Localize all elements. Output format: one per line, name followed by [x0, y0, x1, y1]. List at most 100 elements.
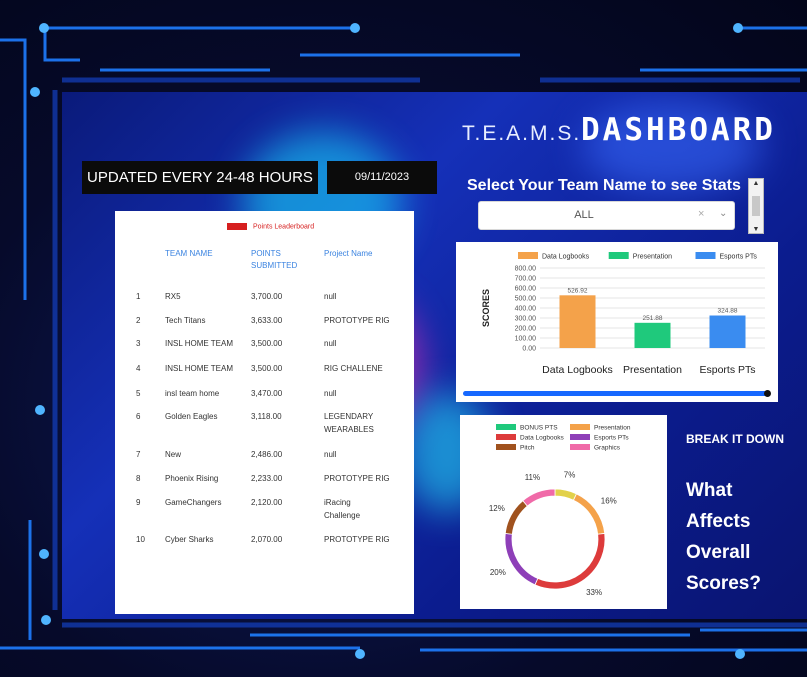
- donut-slice-label-5: 11%: [525, 473, 540, 482]
- scroll-down-arrow-icon[interactable]: ▼: [749, 226, 763, 233]
- project-cell-line2: Challenge: [324, 511, 361, 520]
- what-affects-line1: What: [686, 480, 733, 501]
- chart-scroll-slider[interactable]: [463, 390, 771, 397]
- x-tick-label-1: Presentation: [623, 364, 682, 376]
- y-tick-label-5: 500.00: [515, 296, 537, 303]
- donut-slice-label-6: 7%: [564, 471, 576, 480]
- score-breakdown-bar-chart-card: Data Logbooks Presentation Esports PTs 0.00…: [456, 242, 778, 402]
- rank-cell: 8: [136, 474, 141, 483]
- team-select-label: Select Your Team Name to see Stats: [467, 177, 741, 194]
- donut-legend-label-4: Pitch: [520, 445, 535, 452]
- y-tick-label-1: 100.00: [515, 336, 537, 343]
- bar-value-label-2: 324.88: [718, 308, 738, 315]
- project-cell: RIG CHALLENE: [324, 364, 383, 373]
- column-header-points[interactable]: POINTS SUBMITTED: [251, 248, 297, 272]
- bar-2: [709, 315, 746, 348]
- points-cell: 3,470.00: [251, 389, 283, 398]
- scroll-up-arrow-icon[interactable]: ▲: [749, 180, 763, 187]
- y-tick-label-8: 800.00: [515, 266, 537, 273]
- donut-legend-label-0: BONUS PTS: [520, 425, 558, 432]
- team-cell: New: [165, 450, 182, 459]
- donut-legend-swatch-2: [496, 434, 516, 440]
- rank-cell: 5: [136, 389, 141, 398]
- project-cell: PROTOTYPE RIG: [324, 535, 390, 544]
- points-cell: 3,118.00: [251, 412, 282, 421]
- donut-slice-label-4: 12%: [489, 504, 505, 513]
- rank-cell: 1: [136, 292, 141, 301]
- clear-icon[interactable]: ×: [698, 208, 704, 220]
- scroll-thumb[interactable]: [752, 196, 760, 216]
- bar-value-label-0: 526.92: [568, 287, 588, 294]
- team-cell: INSL HOME TEAM: [165, 339, 234, 348]
- team-cell: GameChangers: [165, 498, 222, 507]
- project-cell: iRacing: [324, 498, 351, 507]
- title-dashboard: DASHBOARD: [581, 112, 776, 148]
- x-tick-label-0: Data Logbooks: [542, 364, 613, 376]
- update-date: 09/11/2023: [327, 161, 437, 194]
- rank-cell: 4: [136, 364, 141, 373]
- y-tick-label-3: 300.00: [515, 316, 537, 323]
- points-cell: 3,700.00: [251, 292, 283, 301]
- legend-label-0: Data Logbooks: [542, 254, 590, 261]
- score-bar-chart: Data Logbooks Presentation Esports PTs 0.00…: [481, 252, 765, 376]
- project-cell: null: [324, 450, 337, 459]
- column-header-team-name[interactable]: TEAM NAME: [165, 248, 213, 260]
- team-cell: RX5: [165, 292, 181, 301]
- leaderboard-legend-label: Points Leaderboard: [253, 223, 315, 231]
- y-axis-label: SCORES: [481, 289, 491, 327]
- rank-cell: 9: [136, 498, 141, 507]
- legend-label-1: Presentation: [633, 254, 672, 261]
- rank-cell: 7: [136, 450, 141, 459]
- donut-legend-swatch-3: [570, 434, 590, 440]
- team-select-value: ALL: [574, 209, 594, 221]
- points-cell: 3,500.00: [251, 364, 283, 373]
- bar-1: [634, 322, 671, 348]
- bar-0: [559, 295, 596, 348]
- points-cell: 2,120.00: [251, 498, 283, 507]
- what-affects-heading: What Affects Overall Scores?: [686, 475, 761, 599]
- project-cell: LEGENDARY: [324, 412, 374, 421]
- team-cell: Golden Eagles: [165, 412, 218, 421]
- rank-cell: 3: [136, 339, 141, 348]
- team-select-dropdown[interactable]: ALL × ⌄: [478, 201, 735, 230]
- team-select-scrollbar[interactable]: ▲ ▼: [748, 178, 764, 234]
- donut-legend-label-5: Graphics: [594, 445, 621, 452]
- team-cell: insl team home: [165, 389, 220, 398]
- column-header-points-line2: SUBMITTED: [251, 261, 298, 270]
- project-cell: null: [324, 389, 337, 398]
- rank-cell: 10: [136, 535, 145, 544]
- project-cell: PROTOTYPE RIG: [324, 316, 390, 325]
- donut-slice-label-1: 16%: [601, 497, 617, 506]
- points-leaderboard-table: Points Leaderboard TEAM NAME POINTS SUBM…: [115, 211, 414, 614]
- break-it-down-label: BREAK IT DOWN: [686, 432, 784, 446]
- donut-slice-5: [522, 488, 556, 507]
- y-tick-label-4: 400.00: [515, 306, 537, 313]
- leaderboard-legend[interactable]: Points Leaderboard: [227, 223, 314, 230]
- column-header-project-name[interactable]: Project Name: [324, 248, 372, 260]
- points-cell: 2,486.00: [251, 450, 283, 459]
- what-affects-line2: Affects: [686, 511, 751, 532]
- donut-legend-swatch-5: [570, 444, 590, 450]
- points-cell: 3,633.00: [251, 316, 283, 325]
- team-cell: INSL HOME TEAM: [165, 364, 234, 373]
- y-tick-label-0: 0.00: [522, 346, 536, 353]
- donut-legend-swatch-0: [496, 424, 516, 430]
- team-cell: Tech Titans: [165, 316, 206, 325]
- team-cell: Cyber Sharks: [165, 535, 214, 544]
- title-teams: T.E.A.M.S.: [462, 122, 582, 145]
- donut-legend-swatch-4: [496, 444, 516, 450]
- legend-swatch-1: [608, 252, 629, 259]
- what-affects-line3: Overall: [686, 542, 751, 563]
- team-cell: Phoenix Rising: [165, 474, 219, 483]
- legend-label-2: Esports PTs: [720, 254, 758, 261]
- donut-slice-label-2: 33%: [586, 588, 602, 597]
- chevron-down-icon[interactable]: ⌄: [719, 208, 727, 219]
- rank-cell: 6: [136, 412, 141, 421]
- donut-slice-3: [504, 533, 539, 586]
- score-share-donut-card: BONUS PTS Presentation Data Logbooks Esport…: [460, 415, 667, 609]
- project-cell: PROTOTYPE RIG: [324, 474, 390, 483]
- bar-value-label-1: 251.88: [643, 315, 663, 322]
- what-affects-line4: Scores?: [686, 573, 761, 594]
- y-tick-label-6: 600.00: [515, 286, 537, 293]
- donut-legend-label-3: Esports PTs: [594, 435, 629, 442]
